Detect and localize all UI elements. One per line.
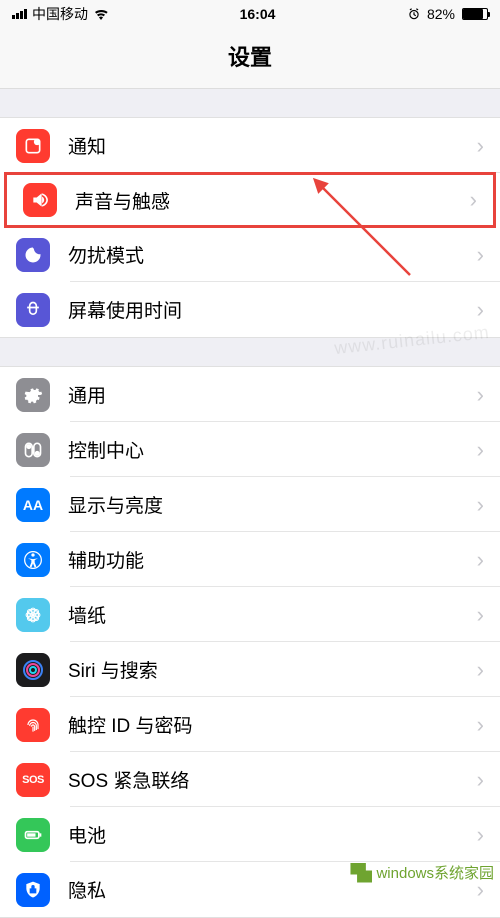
control-center-icon [16, 433, 50, 467]
row-label: 显示与亮度 [68, 491, 477, 518]
row-label: 墙纸 [68, 601, 477, 628]
chevron-right-icon: › [477, 547, 484, 573]
chevron-right-icon: › [477, 242, 484, 268]
row-wallpaper[interactable]: 墙纸 › [0, 587, 500, 642]
row-siri[interactable]: Siri 与搜索 › [0, 642, 500, 697]
sound-icon [23, 183, 57, 217]
row-label: 触控 ID 与密码 [68, 711, 477, 738]
row-label: 声音与触感 [75, 187, 470, 214]
row-notifications[interactable]: 通知 › [0, 118, 500, 173]
row-label: 勿扰模式 [68, 241, 477, 268]
row-label: 通用 [68, 381, 477, 408]
wifi-icon [93, 7, 109, 21]
row-touchid[interactable]: 触控 ID 与密码 › [0, 697, 500, 752]
chevron-right-icon: › [477, 602, 484, 628]
settings-group-1: 通知 › 声音与触感 › 勿扰模式 › 屏幕使用时间 › [0, 117, 500, 338]
display-icon: AA [16, 488, 50, 522]
wallpaper-icon [16, 598, 50, 632]
row-label: 通知 [68, 132, 477, 159]
settings-group-2: 通用 › 控制中心 › AA 显示与亮度 › 辅助功能 › 墙纸 › Siri … [0, 366, 500, 918]
chevron-right-icon: › [477, 877, 484, 903]
status-left: 中国移动 [12, 4, 109, 24]
chevron-right-icon: › [477, 492, 484, 518]
general-icon [16, 378, 50, 412]
row-label: SOS 紧急联络 [68, 766, 477, 793]
row-sounds[interactable]: 声音与触感 › [4, 172, 496, 228]
chevron-right-icon: › [477, 822, 484, 848]
row-privacy[interactable]: 隐私 › [0, 862, 500, 917]
row-control-center[interactable]: 控制中心 › [0, 422, 500, 477]
chevron-right-icon: › [477, 767, 484, 793]
row-dnd[interactable]: 勿扰模式 › [0, 227, 500, 282]
notifications-icon [16, 129, 50, 163]
row-label: 屏幕使用时间 [68, 296, 477, 323]
chevron-right-icon: › [477, 657, 484, 683]
carrier-label: 中国移动 [32, 4, 88, 24]
chevron-right-icon: › [477, 382, 484, 408]
chevron-right-icon: › [470, 187, 477, 213]
chevron-right-icon: › [477, 437, 484, 463]
chevron-right-icon: › [477, 133, 484, 159]
siri-icon [16, 653, 50, 687]
sos-icon: SOS [16, 763, 50, 797]
battery-settings-icon [16, 818, 50, 852]
battery-percent: 82% [427, 6, 455, 22]
row-battery[interactable]: 电池 › [0, 807, 500, 862]
row-accessibility[interactable]: 辅助功能 › [0, 532, 500, 587]
battery-status-icon [462, 8, 488, 20]
row-label: 控制中心 [68, 436, 477, 463]
row-label: Siri 与搜索 [68, 656, 477, 683]
alarm-icon [406, 7, 422, 21]
page-title: 设置 [0, 28, 500, 89]
signal-icon [12, 9, 27, 19]
chevron-right-icon: › [477, 297, 484, 323]
row-label: 辅助功能 [68, 546, 477, 573]
chevron-right-icon: › [477, 712, 484, 738]
row-general[interactable]: 通用 › [0, 367, 500, 422]
status-bar: 中国移动 16:04 82% [0, 0, 500, 28]
screentime-icon [16, 293, 50, 327]
accessibility-icon [16, 543, 50, 577]
dnd-icon [16, 238, 50, 272]
row-sos[interactable]: SOS SOS 紧急联络 › [0, 752, 500, 807]
privacy-icon [16, 873, 50, 907]
status-right: 82% [406, 6, 488, 22]
row-label: 隐私 [68, 876, 477, 903]
row-display[interactable]: AA 显示与亮度 › [0, 477, 500, 532]
row-screentime[interactable]: 屏幕使用时间 › [0, 282, 500, 337]
row-label: 电池 [68, 821, 477, 848]
status-time: 16:04 [240, 6, 276, 22]
touchid-icon [16, 708, 50, 742]
